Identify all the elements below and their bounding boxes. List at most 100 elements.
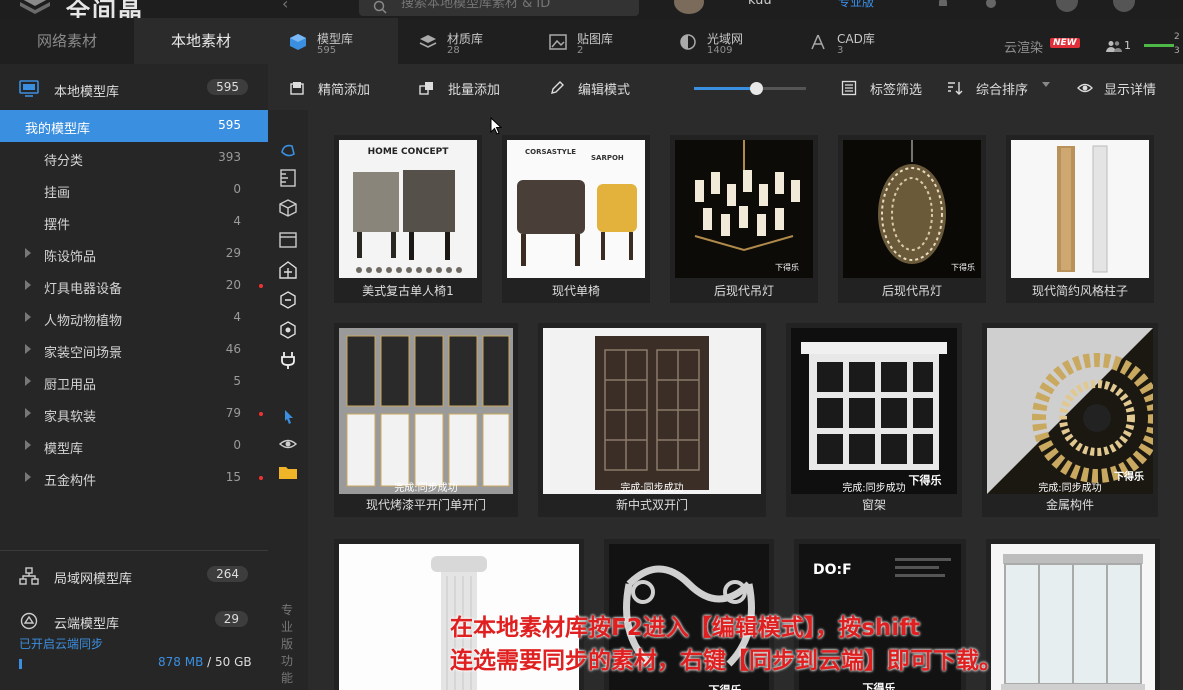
close-button[interactable]	[1113, 0, 1135, 12]
brand-text: DO:F	[813, 562, 852, 578]
tree-item-count: 5	[233, 374, 241, 388]
cloud-sync-status[interactable]: 已开启云端同步	[19, 635, 103, 652]
username[interactable]: kuu	[748, 0, 772, 8]
minimize-button[interactable]	[1056, 0, 1078, 12]
tab-network-assets[interactable]: 网络素材	[0, 18, 134, 64]
tree-item[interactable]: 厨卫用品 5	[0, 366, 268, 398]
model-tree: 我的模型库 595 待分类 393 挂画 0 摆件 4 陈设饰品 29 灯具电器设备 20 人物动物植物…	[0, 110, 268, 494]
building-icon[interactable]	[278, 260, 298, 280]
online-user-count: 1	[1124, 39, 1131, 52]
asset-card[interactable]: 下得乐 后现代吊灯	[838, 135, 986, 303]
tree-item-label: 待分类	[44, 154, 84, 169]
tree-item-count: 4	[233, 214, 241, 228]
tree-item[interactable]: 人物动物植物 4	[0, 302, 268, 334]
tree-item[interactable]: 挂画 0	[0, 174, 268, 206]
unsynced-dot	[259, 476, 263, 480]
asset-card[interactable]: 下得乐 完成:同步成功 窗架	[786, 323, 962, 517]
cube-outline-icon[interactable]	[278, 198, 298, 218]
cloud-library-count: 29	[214, 611, 248, 627]
asset-card[interactable]: 完成:同步成功 现代烤漆平开门单开门	[334, 323, 518, 517]
mini-counters: 2 3	[1174, 30, 1180, 58]
tree-item[interactable]: 模型库 0	[0, 430, 268, 462]
chevron-right-icon[interactable]	[25, 312, 31, 322]
pencil-icon	[551, 81, 564, 94]
tutorial-caption-line: 在本地素材库按F2进入【编辑模式】，按shift	[450, 615, 921, 641]
asset-thumbnail	[339, 328, 513, 494]
asset-title: 窗架	[861, 498, 886, 512]
pointer-click-icon[interactable]	[278, 406, 298, 426]
tree-item-label: 陈设饰品	[44, 250, 97, 265]
bell-icon[interactable]	[936, 0, 950, 10]
chevron-right-icon[interactable]	[25, 344, 31, 354]
tree-item[interactable]: 陈设饰品 29	[0, 238, 268, 270]
search-icon	[373, 0, 387, 14]
left-panel: 网络素材 本地素材 本地模型库 595 我的模型库 595 待分类 393 挂画 0 摆件 4…	[0, 18, 268, 690]
pro-badge[interactable]: 专业版	[838, 0, 874, 10]
asset-card[interactable]: 完成:同步成功 新中式双开门	[538, 323, 766, 517]
brand-text: HOME CONCEPT	[368, 147, 450, 157]
chevron-right-icon[interactable]	[25, 408, 31, 418]
asset-card[interactable]: 下得乐 后现代吊灯	[670, 135, 818, 303]
cloud-library-header[interactable]: 云端模型库 29	[0, 605, 268, 637]
asset-thumbnail	[991, 544, 1155, 690]
folder-icon[interactable]	[278, 462, 298, 482]
chevron-right-icon[interactable]	[25, 376, 31, 386]
ruler-icon[interactable]	[278, 168, 298, 188]
chevron-right-icon[interactable]	[25, 472, 31, 482]
app-logo-icon	[20, 0, 50, 14]
tab-cad[interactable]: CAD库 3	[788, 18, 918, 64]
plug-icon[interactable]	[278, 350, 298, 370]
tree-item[interactable]: 家具软装 79	[0, 398, 268, 430]
asset-card[interactable]: HOME CONCEPT 美式复古单人椅1	[334, 135, 482, 303]
tab-ies[interactable]: 光域网 1409	[658, 18, 788, 64]
tree-item[interactable]: 五金构件 15	[0, 462, 268, 494]
category-tabs: 模型库 595 材质库 28 贴图库 2 光域网 1409 CAD库 3 云渲染…	[268, 18, 1183, 64]
hexagon-gear-icon[interactable]	[278, 320, 298, 340]
tree-item[interactable]: 摆件 4	[0, 206, 268, 238]
eye-icon	[1077, 83, 1093, 93]
tab-materials[interactable]: 材质库 28	[398, 18, 528, 64]
tab-models[interactable]: 模型库 595	[268, 18, 398, 64]
local-library-header[interactable]: 本地模型库 595	[0, 73, 268, 105]
hand-icon[interactable]	[278, 140, 298, 160]
lan-library-header[interactable]: 局域网模型库 264	[0, 560, 268, 592]
storage-usage: 878 MB / 50 GB	[158, 655, 252, 669]
thumbnail-size-slider[interactable]	[694, 82, 806, 95]
asset-thumbnail	[1011, 140, 1149, 278]
asset-card[interactable]: 现代简约风格柱子	[1006, 135, 1154, 303]
avatar[interactable]	[674, 0, 704, 14]
search-box[interactable]	[359, 0, 639, 16]
gear-icon[interactable]	[984, 0, 998, 10]
cloud-render-link[interactable]: 云渲染	[1004, 37, 1043, 56]
tab-textures[interactable]: 贴图库 2	[528, 18, 658, 64]
eye-icon[interactable]	[278, 434, 298, 454]
tree-item[interactable]: 灯具电器设备 20	[0, 270, 268, 302]
asset-card[interactable]: CORSASTYLE SARPOH 现代单椅	[502, 135, 650, 303]
tree-item-count: 0	[233, 438, 241, 452]
tab-count: 595	[317, 45, 337, 56]
watermark-text: 下得乐	[951, 262, 975, 272]
box-icon[interactable]	[278, 230, 298, 250]
chevron-right-icon[interactable]	[25, 440, 31, 450]
chevron-right-icon[interactable]	[25, 248, 31, 258]
asset-title: 现代烤漆平开门单开门	[365, 498, 486, 512]
slider-handle[interactable]	[749, 82, 763, 95]
asset-card[interactable]	[986, 539, 1160, 690]
tree-item-my-models[interactable]: 我的模型库 595	[0, 110, 268, 142]
tab-count: 3	[837, 45, 844, 56]
cube-icon	[290, 34, 306, 50]
brand-text: SARPOH	[591, 154, 624, 162]
back-arrow-icon[interactable]: ‹	[282, 0, 288, 13]
hexagon-tool-icon[interactable]	[278, 290, 298, 310]
search-input[interactable]	[401, 0, 631, 11]
cloud-library-label: 云端模型库	[54, 617, 120, 632]
tree-item-count: 79	[225, 406, 241, 420]
tab-local-assets[interactable]: 本地素材	[134, 18, 268, 64]
tree-item[interactable]: 待分类 393	[0, 142, 268, 174]
asset-card[interactable]: 下得乐 完成:同步成功 金属构件	[982, 323, 1158, 517]
chevron-right-icon[interactable]	[25, 280, 31, 290]
asset-title: 新中式双开门	[615, 498, 688, 512]
tree-item-count: 4	[233, 310, 241, 324]
unsynced-dot	[259, 284, 263, 288]
tree-item[interactable]: 家装空间场景 46	[0, 334, 268, 366]
